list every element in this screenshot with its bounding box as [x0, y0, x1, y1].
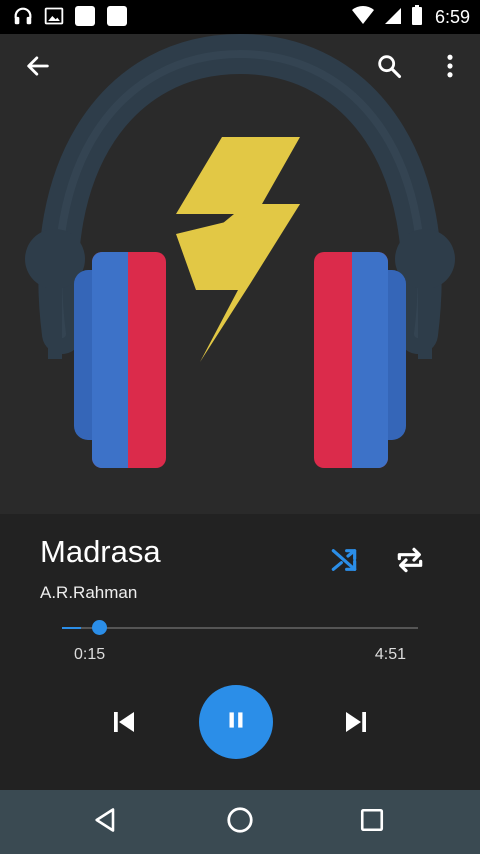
- skip-previous-icon: [109, 707, 139, 742]
- status-bar: 6:59: [0, 0, 480, 34]
- seek-bar-progress: [62, 627, 81, 629]
- search-icon: [375, 52, 403, 85]
- signal-icon: [383, 4, 403, 31]
- recents-square-icon: [359, 807, 385, 838]
- image-icon: [44, 6, 64, 31]
- player-controls: Madrasa A.R.Rahman 0:15 4:51: [0, 514, 480, 790]
- wifi-icon: [351, 4, 375, 31]
- battery-icon: [411, 4, 423, 31]
- notification-square-icon: [106, 5, 128, 32]
- status-time: 6:59: [434, 7, 470, 27]
- headphones-bolt-artwork: [25, 33, 455, 468]
- shuffle-icon: [328, 544, 360, 581]
- track-title: Madrasa: [40, 534, 161, 569]
- headphones-icon: [12, 5, 34, 32]
- more-vertical-icon: [436, 52, 464, 85]
- track-artist: A.R.Rahman: [40, 583, 138, 602]
- elapsed-time: 0:15: [74, 646, 106, 663]
- home-circle-icon: [225, 805, 255, 840]
- play-pause-button[interactable]: [199, 685, 273, 759]
- system-nav-bar: [0, 790, 480, 854]
- nav-home-button[interactable]: [224, 806, 256, 838]
- back-triangle-icon: [92, 806, 120, 839]
- seek-bar[interactable]: [62, 620, 418, 635]
- notification-square-icon: [74, 5, 96, 32]
- overflow-menu-button[interactable]: [434, 52, 466, 84]
- back-arrow-icon: [24, 52, 52, 85]
- back-button[interactable]: [22, 52, 54, 84]
- pause-icon: [223, 707, 249, 738]
- nav-recents-button[interactable]: [356, 806, 388, 838]
- search-button[interactable]: [373, 52, 405, 84]
- repeat-icon: [394, 544, 426, 581]
- total-duration: 4:51: [374, 646, 406, 663]
- shuffle-button[interactable]: [324, 542, 364, 582]
- previous-button[interactable]: [104, 704, 144, 744]
- next-button[interactable]: [336, 704, 376, 744]
- nav-back-button[interactable]: [90, 806, 122, 838]
- skip-next-icon: [341, 707, 371, 742]
- repeat-button[interactable]: [390, 542, 430, 582]
- seek-bar-thumb[interactable]: [91, 620, 107, 635]
- album-art: [0, 33, 480, 514]
